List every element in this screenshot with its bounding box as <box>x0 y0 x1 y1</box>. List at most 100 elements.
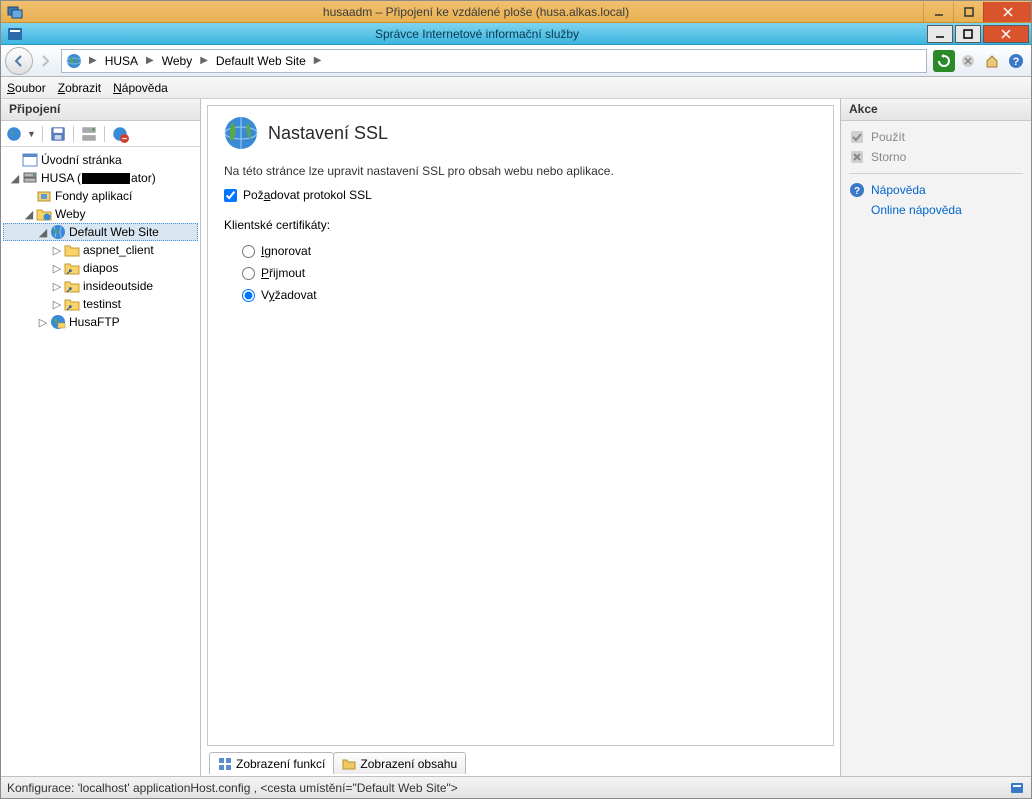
menu-view[interactable]: Zobrazit <box>58 81 101 95</box>
iis-app-icon <box>7 26 23 42</box>
chevron-right-icon: ▶ <box>144 55 156 66</box>
require-ssl-label: Požadovat protokol SSL <box>243 188 372 202</box>
globe-icon <box>50 224 66 240</box>
tree-default-web-site[interactable]: ◢ Default Web Site <box>3 223 198 241</box>
tree-label: Fondy aplikací <box>55 189 132 203</box>
menu-file[interactable]: Soubor <box>7 81 46 95</box>
radio-require-label: Vyžadovat <box>261 288 317 302</box>
home-button[interactable] <box>981 50 1003 72</box>
expand-icon[interactable]: ▷ <box>50 279 64 293</box>
collapse-icon[interactable]: ◢ <box>22 207 36 221</box>
breadcrumb-item[interactable]: Weby <box>158 52 196 70</box>
nav-row: ▶ HUSA ▶ Weby ▶ Default Web Site ▶ ? <box>1 45 1031 77</box>
connections-tree[interactable]: Úvodní stránka ◢ HUSA (ator) Fondy aplik… <box>1 147 200 776</box>
tree-label: diapos <box>83 261 118 275</box>
radio-require-row[interactable]: Vyžadovat <box>242 284 817 306</box>
expand-icon[interactable]: ▷ <box>50 243 64 257</box>
radio-require[interactable] <box>242 289 255 302</box>
status-bar: Konfigurace: 'localhost' applicationHost… <box>1 776 1031 798</box>
tree-label: Default Web Site <box>69 225 159 239</box>
tree-start-page[interactable]: Úvodní stránka <box>3 151 198 169</box>
tree-site-folder[interactable]: ▷ testinst <box>3 295 198 313</box>
actions-title: Akce <box>841 99 1031 121</box>
require-ssl-checkbox-row[interactable]: Požadovat protokol SSL <box>224 188 817 202</box>
expand-icon[interactable]: ▷ <box>50 297 64 311</box>
expand-icon[interactable]: ▷ <box>36 315 50 329</box>
tab-features-view[interactable]: Zobrazení funkcí <box>209 752 334 774</box>
rdp-close-button[interactable] <box>983 2 1031 22</box>
rdp-title: husaadm – Připojení ke vzdálené ploše (h… <box>29 5 923 19</box>
iis-close-button[interactable] <box>983 25 1029 43</box>
collapse-icon[interactable]: ◢ <box>36 225 50 239</box>
collapse-icon[interactable]: ◢ <box>8 171 22 185</box>
action-online-help[interactable]: Online nápověda <box>849 200 1023 220</box>
iis-minimize-button[interactable] <box>927 25 953 43</box>
tree-server[interactable]: ◢ HUSA (ator) <box>3 169 198 187</box>
chevron-right-icon: ▶ <box>312 55 324 66</box>
radio-ignore-label: Ignorovat <box>261 244 311 258</box>
view-tabs: Zobrazení funkcí Zobrazení obsahu <box>201 752 840 776</box>
tree-label: Weby <box>55 207 85 221</box>
action-apply: Použít <box>849 127 1023 147</box>
content-view-icon <box>342 757 356 771</box>
tree-site-folder[interactable]: ▷ diapos <box>3 259 198 277</box>
radio-ignore[interactable] <box>242 245 255 258</box>
status-icon <box>1009 780 1025 796</box>
rdp-minimize-button[interactable] <box>923 2 953 22</box>
help-button[interactable]: ? <box>1005 50 1027 72</box>
tree-label: HUSA (ator) <box>41 171 156 185</box>
tree-server-icon[interactable] <box>80 125 98 143</box>
connect-icon[interactable] <box>5 125 23 143</box>
radio-accept[interactable] <box>242 267 255 280</box>
breadcrumb-item[interactable]: HUSA <box>101 52 142 70</box>
breadcrumb[interactable]: ▶ HUSA ▶ Weby ▶ Default Web Site ▶ <box>61 49 927 73</box>
save-icon[interactable] <box>49 125 67 143</box>
breadcrumb-item[interactable]: Default Web Site <box>212 52 310 70</box>
expand-icon[interactable]: ▷ <box>50 261 64 275</box>
tree-label: Úvodní stránka <box>41 153 122 167</box>
folder-icon <box>64 242 80 258</box>
nav-forward-button[interactable] <box>37 52 55 70</box>
tree-site-folder[interactable]: ▷ insideoutside <box>3 277 198 295</box>
iis-maximize-button[interactable] <box>955 25 981 43</box>
nav-back-button[interactable] <box>5 47 33 75</box>
require-ssl-checkbox[interactable] <box>224 189 237 202</box>
action-help[interactable]: ? Nápověda <box>849 180 1023 200</box>
action-cancel: Storno <box>849 147 1023 167</box>
tab-content-view[interactable]: Zobrazení obsahu <box>333 752 466 774</box>
action-label: Online nápověda <box>871 203 962 217</box>
radio-ignore-row[interactable]: Ignorovat <box>242 240 817 262</box>
tree-app-pools[interactable]: Fondy aplikací <box>3 187 198 205</box>
svg-text:?: ? <box>1013 56 1020 68</box>
folder-link-icon <box>64 260 80 276</box>
app-pools-icon <box>36 188 52 204</box>
connections-title: Připojení <box>1 99 200 121</box>
folder-link-icon <box>64 278 80 294</box>
action-label: Nápověda <box>871 183 926 197</box>
rdp-maximize-button[interactable] <box>953 2 983 22</box>
rdp-icon <box>7 4 23 20</box>
chevron-right-icon: ▶ <box>198 55 210 66</box>
tree-label: HusaFTP <box>69 315 120 329</box>
stop-button[interactable] <box>957 50 979 72</box>
connections-panel: Připojení ▼ Úvodní stránka ◢ <box>1 99 201 776</box>
delete-connection-icon[interactable] <box>111 125 129 143</box>
dropdown-icon[interactable]: ▼ <box>27 129 36 139</box>
page-description: Na této stránce lze upravit nastavení SS… <box>224 164 817 178</box>
cancel-icon <box>849 149 865 165</box>
client-certificates-label: Klientské certifikáty: <box>224 218 817 232</box>
tree-ftp-site[interactable]: ▷ HusaFTP <box>3 313 198 331</box>
features-view-icon <box>218 757 232 771</box>
sites-folder-icon <box>36 206 52 222</box>
tree-label: aspnet_client <box>83 243 154 257</box>
tree-site-folder[interactable]: ▷ aspnet_client <box>3 241 198 259</box>
page-heading: Nastavení SSL <box>268 123 388 144</box>
chevron-right-icon: ▶ <box>87 55 99 66</box>
connections-toolbar: ▼ <box>1 121 200 147</box>
tab-label: Zobrazení funkcí <box>236 757 325 771</box>
refresh-button[interactable] <box>933 50 955 72</box>
radio-accept-label: Přijmout <box>261 266 305 280</box>
tree-sites[interactable]: ◢ Weby <box>3 205 198 223</box>
menu-help[interactable]: Nápověda <box>113 81 168 95</box>
radio-accept-row[interactable]: Přijmout <box>242 262 817 284</box>
